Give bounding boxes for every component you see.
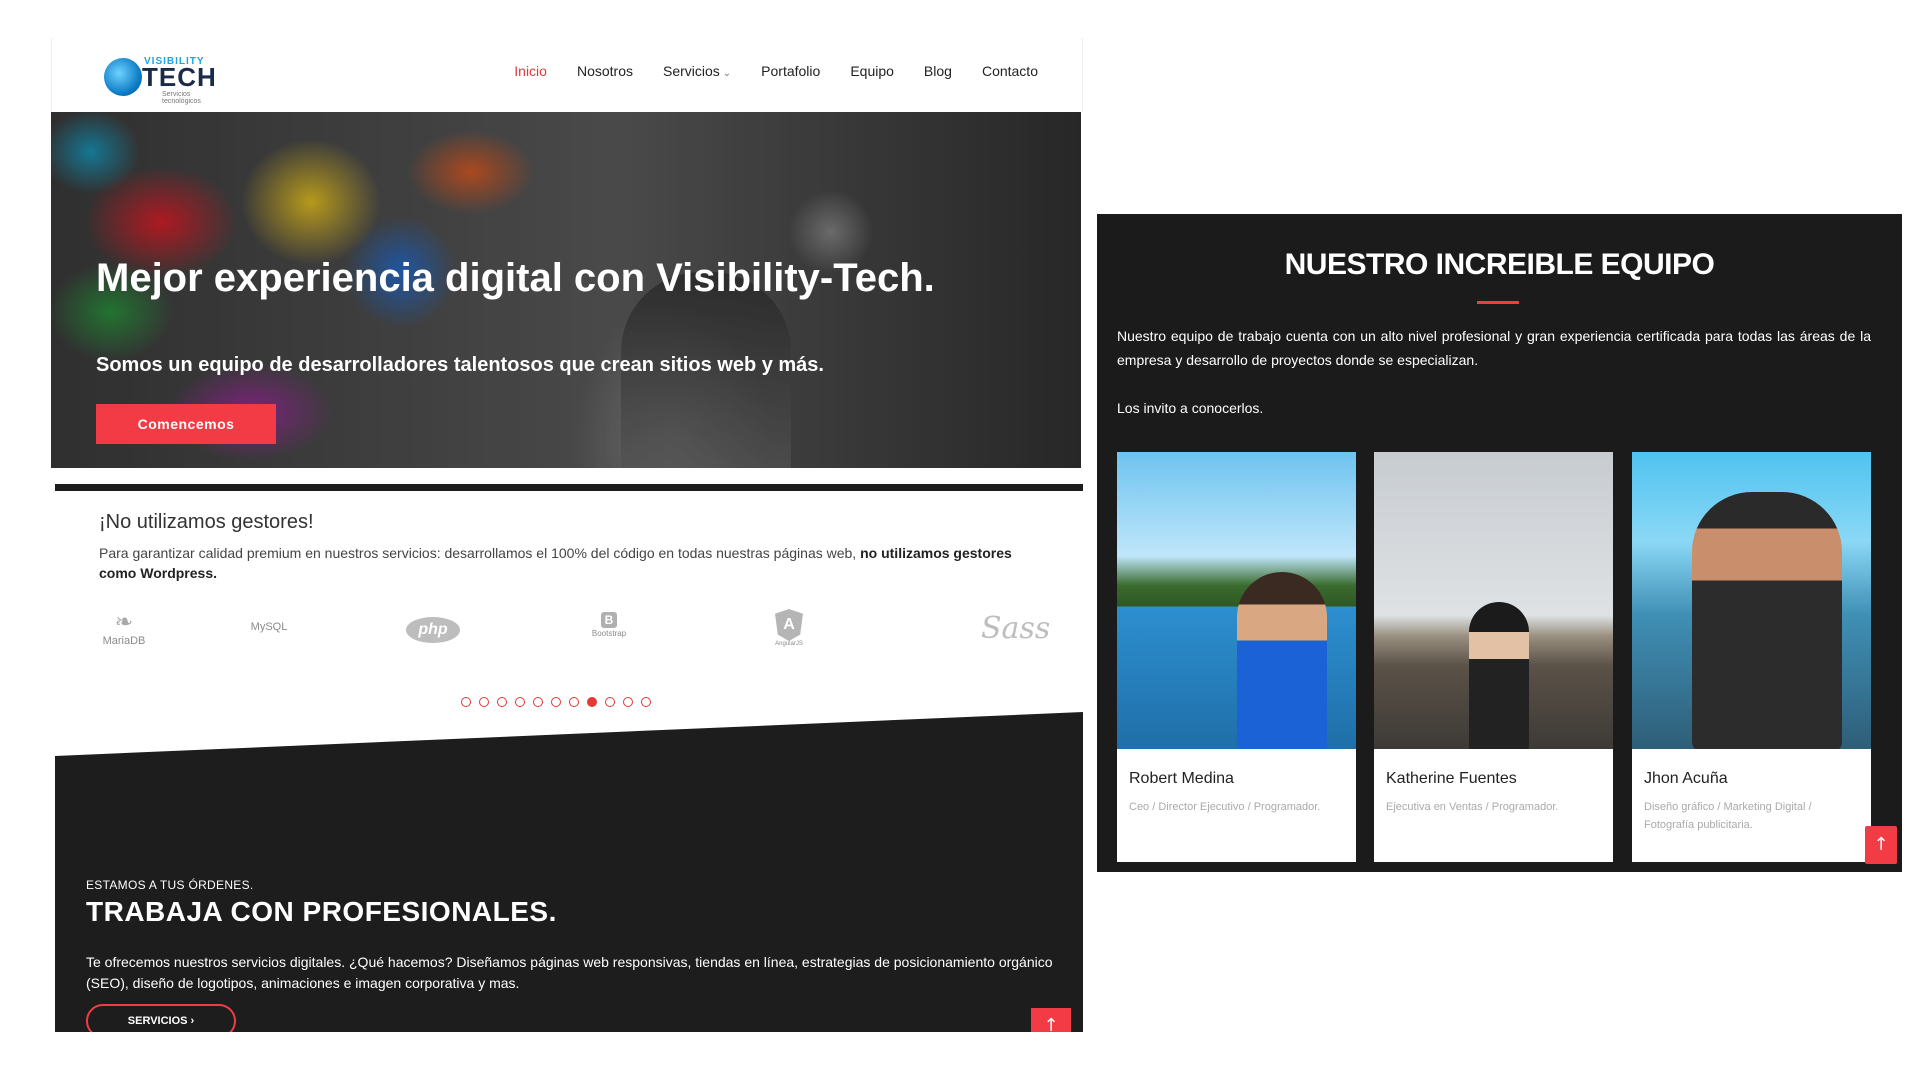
php-label: php	[406, 617, 460, 643]
no-cms-section: ¡No utilizamos gestores! Para garantizar…	[51, 491, 1081, 731]
member-photo	[1374, 452, 1613, 749]
nav-item-inicio[interactable]: Inicio	[514, 63, 547, 79]
carousel-dot[interactable]	[587, 697, 597, 707]
team-description: Nuestro equipo de trabajo cuenta con un …	[1117, 328, 1871, 368]
carousel-dot[interactable]	[533, 697, 543, 707]
bootstrap-icon: B	[601, 612, 617, 628]
carousel-dot[interactable]	[515, 697, 525, 707]
pro-eyebrow: ESTAMOS A TUS ÓRDENES.	[86, 878, 254, 892]
globe-icon	[104, 58, 142, 96]
carousel-pagination	[461, 697, 651, 707]
team-invite: Los invito a conocerlos.	[1117, 400, 1264, 416]
sass-logo: Sass	[981, 611, 1050, 657]
nav-menu: Inicio Nosotros Servicios ⌄ Portafolio Eq…	[514, 63, 1038, 79]
php-logo: php	[403, 617, 463, 663]
chevron-down-icon: ⌄	[722, 68, 732, 79]
hero-banner: Mejor experiencia digital con Visibility…	[51, 112, 1081, 468]
carousel-dot[interactable]	[623, 697, 633, 707]
hero-title: Mejor experiencia digital con Visibility…	[96, 256, 935, 300]
site-logo[interactable]: VISIBILITY TECH Servicios tecnológicos	[104, 54, 220, 105]
homepage-screenshot: VISIBILITY TECH Servicios tecnológicos I…	[51, 38, 1083, 1032]
carousel-dot[interactable]	[605, 697, 615, 707]
carousel-dot[interactable]	[569, 697, 579, 707]
no-cms-title: ¡No utilizamos gestores!	[99, 511, 314, 533]
scroll-top-button[interactable]: ↑	[1031, 1008, 1071, 1032]
angular-label: AngularJS	[775, 641, 803, 647]
angular-logo: A AngularJS	[759, 609, 819, 655]
carousel-dot[interactable]	[551, 697, 561, 707]
angular-icon: A	[775, 609, 803, 641]
nav-item-equipo[interactable]: Equipo	[850, 63, 894, 79]
member-role: Ceo / Director Ejecutivo / Programador.	[1129, 801, 1321, 813]
logo-main-text: TECH	[142, 62, 217, 92]
nav-item-nosotros[interactable]: Nosotros	[577, 63, 633, 79]
carousel-dot[interactable]	[479, 697, 489, 707]
comencemos-button[interactable]: Comencemos	[96, 404, 276, 444]
mariadb-label: MariaDB	[102, 635, 146, 647]
section-divider	[55, 484, 1083, 491]
bootstrap-logo: B Bootstrap	[579, 611, 639, 657]
professionals-section: ESTAMOS A TUS ÓRDENES. TRABAJA CON PROFE…	[55, 712, 1083, 1032]
scroll-top-button[interactable]: ↑	[1865, 826, 1897, 864]
no-cms-text: Para garantizar calidad premium en nuest…	[99, 543, 1039, 583]
carousel-dot[interactable]	[497, 697, 507, 707]
team-card-katherine[interactable]: Katherine Fuentes Ejecutiva en Ventas / …	[1374, 452, 1613, 862]
mysql-label: MySQL	[250, 621, 288, 633]
pro-title: TRABAJA CON PROFESIONALES.	[86, 896, 557, 927]
nav-item-blog[interactable]: Blog	[924, 63, 952, 79]
bootstrap-label: Bootstrap	[591, 629, 627, 638]
carousel-dot[interactable]	[461, 697, 471, 707]
member-name: Robert Medina	[1129, 770, 1234, 787]
member-role: Diseño gráfico / Marketing Digital / Fot…	[1644, 801, 1812, 831]
nav-item-servicios[interactable]: Servicios ⌄	[663, 63, 731, 79]
title-underline	[1477, 301, 1519, 304]
team-section-screenshot: NUESTRO INCREIBLE EQUIPO Nuestro equipo …	[1097, 214, 1902, 872]
nav-item-portafolio[interactable]: Portafolio	[761, 63, 820, 79]
seal-icon: ❧	[114, 609, 134, 634]
team-card-robert[interactable]: Robert Medina Ceo / Director Ejecutivo /…	[1117, 452, 1356, 862]
tech-logos-carousel[interactable]: ❧ MariaDB MySQL php B Bootstrap A Angula…	[99, 609, 1050, 659]
team-title: NUESTRO INCREIBLE EQUIPO	[1284, 248, 1715, 281]
nav-item-contacto[interactable]: Contacto	[982, 63, 1038, 79]
no-cms-text-regular: Para garantizar calidad premium en nuest…	[99, 545, 861, 561]
member-name: Katherine Fuentes	[1386, 770, 1517, 787]
member-photo	[1632, 452, 1871, 749]
team-card-jhon[interactable]: Jhon Acuña Diseño gráfico / Marketing Di…	[1632, 452, 1871, 862]
member-photo	[1117, 452, 1356, 749]
member-name: Jhon Acuña	[1644, 770, 1728, 787]
pro-text: Te ofrecemos nuestros servicios digitale…	[86, 954, 1053, 991]
servicios-button[interactable]: SERVICIOS ›	[86, 1004, 236, 1032]
carousel-dot[interactable]	[641, 697, 651, 707]
logo-sub-text: Servicios tecnológicos	[162, 91, 201, 105]
hero-subtitle: Somos un equipo de desarrolladores talen…	[96, 354, 824, 376]
team-cards: Robert Medina Ceo / Director Ejecutivo /…	[1117, 452, 1871, 862]
member-role: Ejecutiva en Ventas / Programador.	[1386, 801, 1559, 813]
sass-label: Sass	[981, 611, 1051, 646]
nav-item-servicios-label: Servicios	[662, 63, 720, 79]
mysql-logo: MySQL	[239, 621, 299, 667]
navbar: VISIBILITY TECH Servicios tecnológicos I…	[51, 38, 1083, 112]
mariadb-logo: ❧ MariaDB	[99, 609, 149, 655]
